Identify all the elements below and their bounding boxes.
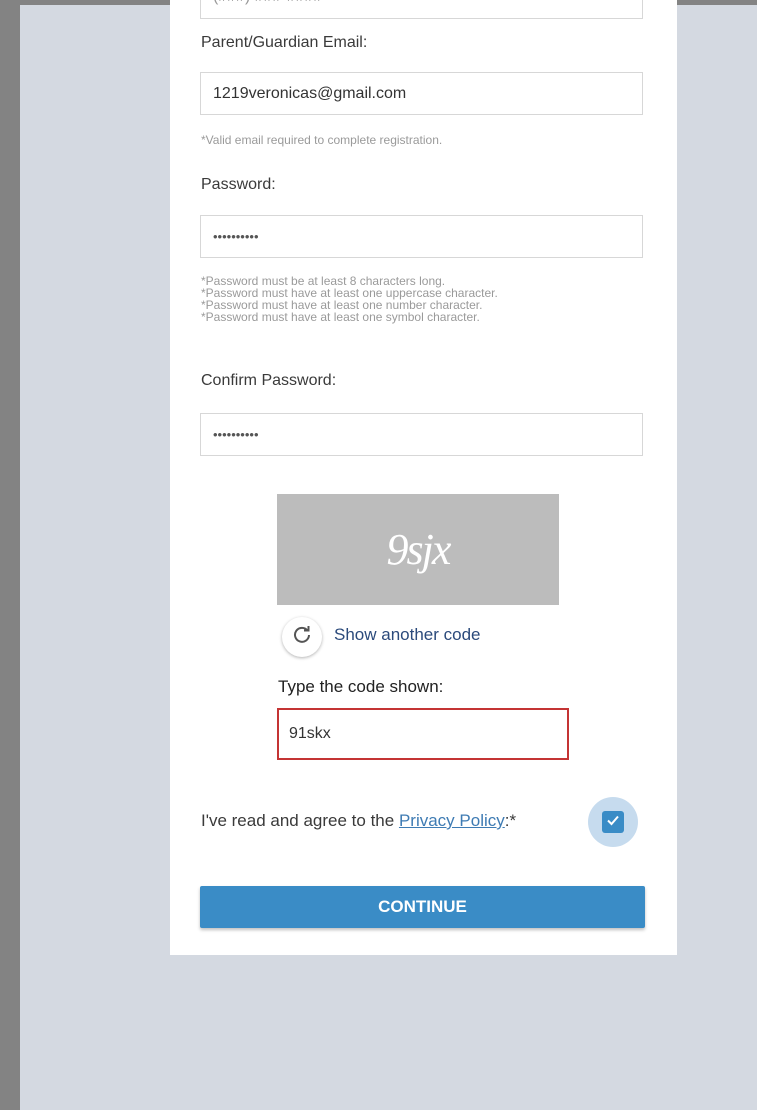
captcha-code-input[interactable]: 91skx xyxy=(277,708,569,760)
confirm-password-label: Confirm Password: xyxy=(201,372,337,389)
registration-card: (###) ###-#### Parent/Guardian Email: 12… xyxy=(170,0,677,955)
agree-prefix: I've read and agree to the xyxy=(201,811,399,830)
agree-suffix: :* xyxy=(504,811,517,830)
captcha-image-text: 9sjx xyxy=(386,525,452,574)
left-edge-bar xyxy=(0,0,20,1110)
refresh-captcha-button[interactable] xyxy=(282,617,322,657)
privacy-agree-checkbox[interactable] xyxy=(588,797,638,847)
checkbox-box xyxy=(602,811,624,833)
parent-email-value: 1219veronicas@gmail.com xyxy=(213,84,407,102)
password-field[interactable]: •••••••••• xyxy=(200,215,643,258)
confirm-password-value: •••••••••• xyxy=(213,427,259,442)
parent-email-field[interactable]: 1219veronicas@gmail.com xyxy=(200,72,643,115)
refresh-icon xyxy=(292,624,312,650)
password-label: Password: xyxy=(201,176,276,193)
show-another-code-link[interactable]: Show another code xyxy=(334,625,481,645)
parent-email-label: Parent/Guardian Email: xyxy=(201,34,368,51)
privacy-policy-link[interactable]: Privacy Policy xyxy=(399,811,505,830)
continue-button[interactable]: CONTINUE xyxy=(200,886,645,928)
confirm-password-field[interactable]: •••••••••• xyxy=(200,413,643,456)
password-value: •••••••••• xyxy=(213,229,259,244)
email-hint: *Valid email required to complete regist… xyxy=(201,133,443,147)
phone-field[interactable]: (###) ###-#### xyxy=(200,0,643,19)
phone-field-value: (###) ###-#### xyxy=(213,0,322,6)
captcha-code-value: 91skx xyxy=(289,725,331,742)
checkmark-icon xyxy=(605,812,621,833)
type-code-label: Type the code shown: xyxy=(278,677,444,696)
privacy-agree-text: I've read and agree to the Privacy Polic… xyxy=(201,811,516,831)
captcha-image: 9sjx xyxy=(277,494,559,605)
password-hint-4: *Password must have at least one symbol … xyxy=(201,310,480,324)
